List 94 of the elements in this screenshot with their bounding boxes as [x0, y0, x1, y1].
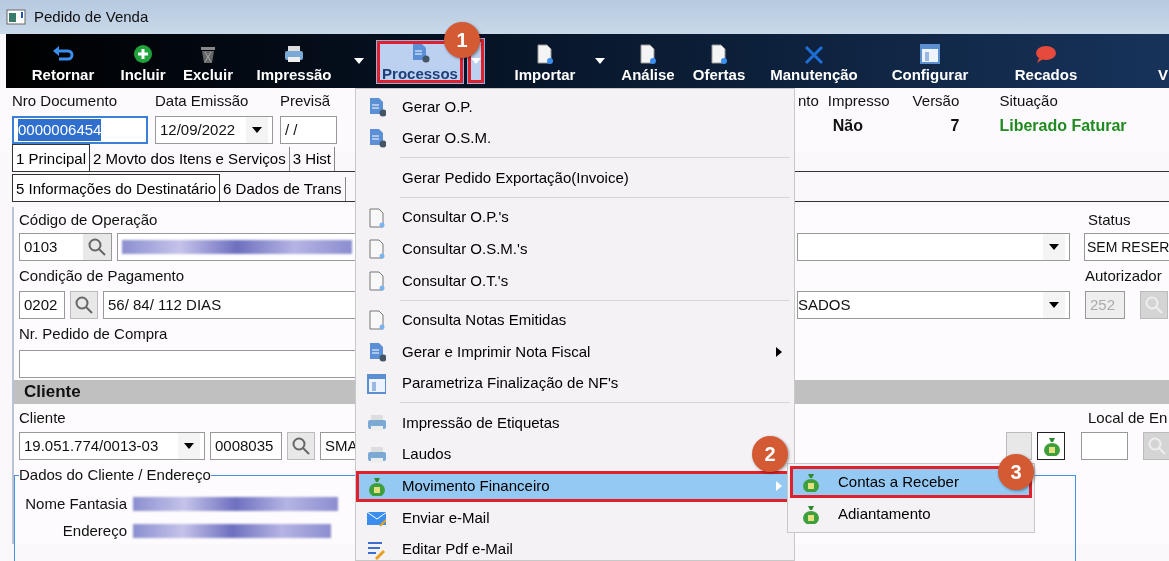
caret-icon [354, 58, 364, 64]
toolbar-button[interactable]: Impressão [244, 42, 344, 84]
printer-icon [366, 444, 386, 465]
field-label: Código de Operação [19, 210, 158, 229]
field-label: Impresso [827, 92, 891, 110]
menu-item[interactable]: Gerar Pedido Exportação(Invoice) [356, 162, 794, 194]
add-icon [132, 44, 154, 66]
field-value: Não [831, 116, 865, 136]
toolbar-button[interactable]: Recados [991, 42, 1101, 84]
money-bag-icon [800, 472, 820, 492]
tab[interactable]: 3 Hist [289, 147, 335, 171]
field-label: Autorizador [1085, 267, 1162, 285]
document-icon [366, 310, 386, 331]
toolbar-button[interactable]: Ofertas [685, 42, 753, 84]
money-button[interactable] [1037, 432, 1065, 460]
tab[interactable]: 1 Principal [12, 144, 91, 171]
caret-icon [252, 127, 262, 133]
document-icon [366, 207, 386, 228]
document-icon [708, 44, 730, 66]
caret-icon [1049, 244, 1059, 250]
menu-item[interactable]: Consultar O.T.'s [356, 264, 794, 297]
field-label: Versão [912, 92, 961, 110]
dropdown-field[interactable]: SEM RESER [1084, 233, 1169, 261]
field-label: Endereço [61, 521, 127, 540]
input-field[interactable]: 0000006454 [12, 116, 148, 144]
money-bag-icon [1041, 436, 1061, 456]
menu-item[interactable]: Editar Pdf e-Mail [356, 533, 794, 561]
menu-item[interactable]: Gerar e Imprimir Nota Fiscal [356, 336, 794, 368]
input-field[interactable] [1081, 432, 1128, 460]
field-label: Condição de Pagamento [19, 267, 185, 285]
printer-icon [366, 413, 386, 434]
toolbar-button[interactable]: Excluir [178, 42, 238, 84]
window-icon [366, 373, 386, 394]
input-field[interactable]: 56/ 84/ 112 DIAS [103, 291, 356, 319]
search-button[interactable] [83, 234, 111, 260]
caret-icon [595, 58, 605, 64]
field-value: 7 [949, 116, 961, 136]
toolbar-button[interactable]: Importar [505, 42, 585, 84]
search-button[interactable] [287, 432, 315, 460]
field-label: nto [797, 92, 820, 110]
toolbar-button[interactable]: Análise [617, 42, 679, 84]
menu-item[interactable]: Gerar O.S.M. [356, 122, 794, 155]
money-bag-icon [366, 476, 386, 497]
toolbar-button[interactable]: V [1157, 42, 1169, 84]
menu-item[interactable]: Consulta Notas Emitidas [356, 304, 794, 337]
toolbar-button[interactable]: Incluir [114, 42, 172, 84]
input-field[interactable]: 0202 [19, 291, 65, 319]
document-icon [366, 270, 386, 291]
field-label: Nro Documento [12, 92, 119, 110]
search-icon [75, 296, 93, 314]
menu-item[interactable]: Consultar O.S.M.'s [356, 233, 794, 265]
caret-icon [1049, 302, 1059, 308]
field-label: Nr. Pedido de Compra [19, 325, 168, 343]
tab[interactable]: 2 Movto dos Itens e Serviços [90, 147, 290, 171]
field-label: Nome Fantasia [24, 494, 127, 513]
dropdown-field[interactable] [797, 233, 1070, 261]
toolbar-button[interactable]: Manutenção [759, 42, 869, 84]
app-icon [6, 9, 26, 25]
menu-item[interactable]: Consultar O.P.'s [356, 201, 794, 234]
window-icon [919, 44, 941, 66]
field-label: Local de En [1088, 408, 1168, 427]
group-title: Dados do Cliente / Endereço [19, 466, 211, 484]
search-icon [88, 238, 106, 256]
tab[interactable]: 5 Informações do Destinatário [12, 174, 221, 201]
field-label: Situação [999, 92, 1059, 110]
dropdown-field[interactable]: SADOS [797, 291, 1070, 319]
input-field[interactable]: / / [280, 116, 337, 144]
input-field[interactable] [117, 233, 357, 261]
menu-item[interactable]: Gerar O.P. [356, 91, 794, 123]
input-field[interactable]: 0103 [19, 233, 112, 261]
document-icon [366, 239, 386, 260]
window-title: Pedido de Venda [34, 6, 149, 27]
document-icon [534, 44, 556, 66]
field-label: Previsã [280, 92, 332, 110]
document-icon [637, 44, 659, 66]
toolbar-button[interactable]: Configurar [875, 42, 985, 84]
dropdown-field[interactable]: 19.051.774/0013-03 [19, 432, 205, 460]
date-field[interactable]: 12/09/2022 [155, 116, 273, 144]
field-value: Liberado Faturar [999, 116, 1128, 136]
speech-bubble-icon [1035, 44, 1057, 66]
search-icon [1145, 296, 1163, 314]
search-icon [1148, 437, 1166, 455]
money-bag-icon [800, 504, 820, 524]
toolbar-button[interactable]: Retornar [18, 42, 108, 84]
input-field[interactable]: 0008035 [210, 432, 282, 460]
caret-icon [184, 443, 194, 449]
tab[interactable]: 6 Dados de Trans [220, 177, 346, 201]
search-button[interactable] [70, 291, 98, 319]
field-label: Cliente [19, 408, 66, 427]
edit-lines-icon [366, 539, 386, 560]
search-icon [292, 437, 310, 455]
field-label: Status [1088, 210, 1131, 229]
field-label: Data Emissão [155, 92, 250, 110]
input-field[interactable] [19, 350, 357, 378]
